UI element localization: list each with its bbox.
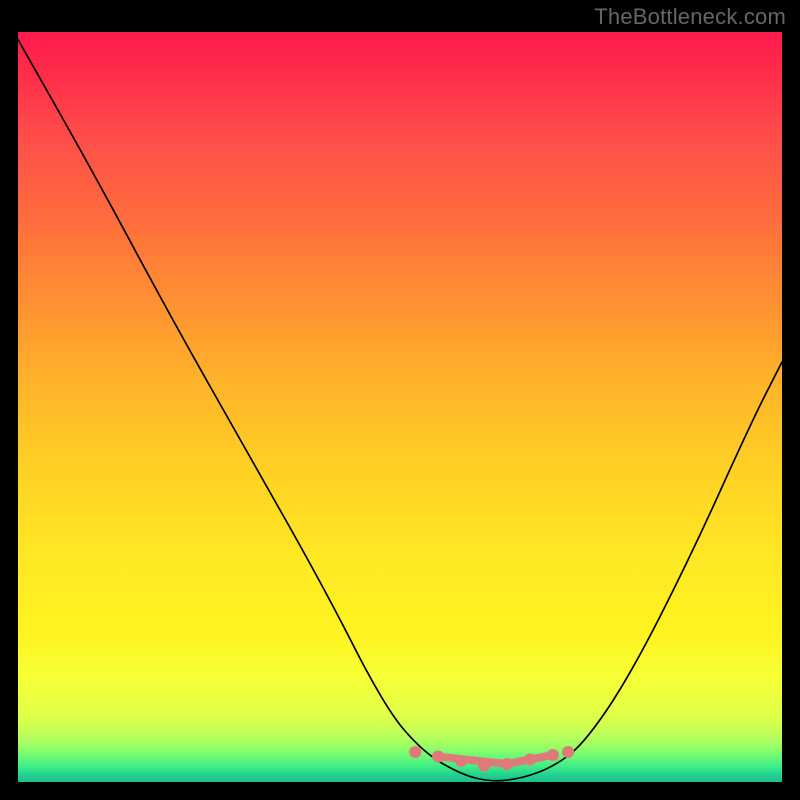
marker-dot	[547, 749, 559, 761]
marker-dot	[455, 755, 467, 767]
marker-dot	[562, 746, 574, 758]
curve-layer	[18, 32, 782, 782]
marker-dot	[524, 754, 536, 766]
marker-dot	[409, 746, 421, 758]
marker-dot	[432, 751, 444, 763]
gradient-plot-area	[18, 32, 782, 782]
marker-dot	[478, 760, 490, 772]
marker-dot	[501, 758, 513, 770]
chart-frame: TheBottleneck.com	[0, 0, 800, 800]
marker-segment-1	[438, 757, 507, 765]
bottleneck-curve	[18, 40, 782, 781]
watermark-text: TheBottleneck.com	[594, 4, 786, 30]
